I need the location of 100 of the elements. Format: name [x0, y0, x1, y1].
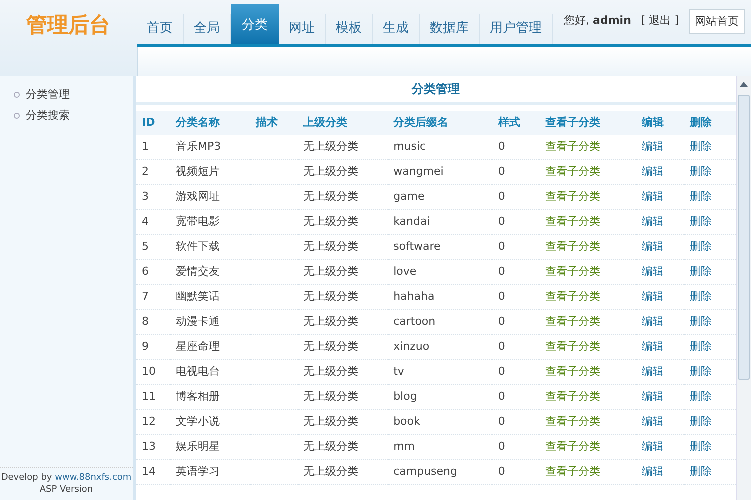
style-cell: 0	[498, 290, 506, 303]
scrollbar[interactable]	[736, 76, 751, 500]
view-subcategories-link[interactable]: 查看子分类	[545, 190, 600, 203]
footer-link[interactable]: www.88nxfs.com	[55, 473, 132, 483]
id-cell: 1	[142, 140, 149, 153]
column-header: 描术	[250, 111, 298, 135]
site-home-button[interactable]: 网站首页	[689, 9, 745, 34]
edit-link[interactable]: 编辑	[642, 340, 664, 353]
edit-link[interactable]: 编辑	[642, 290, 664, 303]
name-cell: 幽默笑话	[176, 290, 220, 303]
id-cell: 2	[142, 165, 149, 178]
style-cell: 0	[498, 240, 506, 253]
logout-link[interactable]: [ 退出 ]	[641, 9, 679, 28]
id-cell: 14	[142, 465, 156, 478]
style-cell: 0	[498, 440, 506, 453]
view-subcategories-link[interactable]: 查看子分类	[545, 215, 600, 228]
view-subcategories-link[interactable]: 查看子分类	[545, 365, 600, 378]
suffix-cell: music	[394, 140, 426, 153]
delete-link[interactable]: 删除	[690, 140, 712, 153]
column-header: 上级分类	[298, 111, 388, 135]
edit-link[interactable]: 编辑	[642, 440, 664, 453]
name-cell: 动漫卡通	[176, 315, 220, 328]
name-cell: 电视电台	[176, 365, 220, 378]
style-cell: 0	[498, 215, 506, 228]
suffix-cell: game	[394, 190, 425, 203]
style-cell: 0	[498, 415, 506, 428]
view-subcategories-link[interactable]: 查看子分类	[545, 140, 600, 153]
delete-link[interactable]: 删除	[690, 265, 712, 278]
view-subcategories-link[interactable]: 查看子分类	[545, 415, 600, 428]
name-cell: 视频短片	[176, 165, 220, 178]
view-subcategories-link[interactable]: 查看子分类	[545, 240, 600, 253]
edit-link[interactable]: 编辑	[642, 315, 664, 328]
id-cell: 8	[142, 315, 149, 328]
name-cell: 游戏网址	[176, 190, 220, 203]
delete-link[interactable]: 删除	[690, 165, 712, 178]
scroll-thumb[interactable]	[738, 95, 750, 380]
parent-cell: 无上级分类	[304, 240, 359, 253]
delete-link[interactable]: 删除	[690, 365, 712, 378]
edit-link[interactable]: 编辑	[642, 415, 664, 428]
name-cell: 英语学习	[176, 465, 220, 478]
view-subcategories-link[interactable]: 查看子分类	[545, 265, 600, 278]
view-subcategories-link[interactable]: 查看子分类	[545, 315, 600, 328]
name-cell: 文学小说	[176, 415, 220, 428]
edit-link[interactable]: 编辑	[642, 265, 664, 278]
parent-cell: 无上级分类	[304, 440, 359, 453]
column-header: 样式	[492, 111, 540, 135]
edit-link[interactable]: 编辑	[642, 190, 664, 203]
sidebar-link[interactable]: 分类搜索	[26, 108, 70, 123]
delete-link[interactable]: 删除	[690, 240, 712, 253]
delete-link[interactable]: 删除	[690, 440, 712, 453]
scroll-up-icon[interactable]	[740, 82, 748, 87]
style-cell: 0	[498, 315, 506, 328]
view-subcategories-link[interactable]: 查看子分类	[545, 340, 600, 353]
column-header: 编辑	[636, 111, 684, 135]
parent-cell: 无上级分类	[304, 140, 359, 153]
column-header: 分类名称	[170, 111, 250, 135]
edit-link[interactable]: 编辑	[642, 140, 664, 153]
suffix-cell: tv	[394, 365, 404, 378]
delete-link[interactable]: 删除	[690, 465, 712, 478]
greeting-text: 您好, admin	[564, 13, 632, 28]
delete-link[interactable]: 删除	[690, 290, 712, 303]
suffix-cell: hahaha	[394, 290, 435, 303]
delete-link[interactable]: 删除	[690, 340, 712, 353]
suffix-cell: love	[394, 265, 417, 278]
edit-link[interactable]: 编辑	[642, 465, 664, 478]
style-cell: 0	[498, 165, 506, 178]
name-cell: 音乐MP3	[176, 140, 222, 153]
column-header: ID	[136, 111, 170, 135]
sidebar-link[interactable]: 分类管理	[26, 87, 70, 102]
delete-link[interactable]: 删除	[690, 190, 712, 203]
delete-link[interactable]: 删除	[690, 315, 712, 328]
view-subcategories-link[interactable]: 查看子分类	[545, 390, 600, 403]
parent-cell: 无上级分类	[304, 315, 359, 328]
delete-link[interactable]: 删除	[690, 415, 712, 428]
edit-link[interactable]: 编辑	[642, 365, 664, 378]
view-subcategories-link[interactable]: 查看子分类	[545, 165, 600, 178]
edit-link[interactable]: 编辑	[642, 215, 664, 228]
view-subcategories-link[interactable]: 查看子分类	[545, 440, 600, 453]
edit-link[interactable]: 编辑	[642, 390, 664, 403]
edit-link[interactable]: 编辑	[642, 165, 664, 178]
style-cell: 0	[498, 390, 506, 403]
delete-link[interactable]: 删除	[690, 390, 712, 403]
style-cell: 0	[498, 340, 506, 353]
suffix-cell: cartoon	[394, 315, 436, 328]
view-subcategories-link[interactable]: 查看子分类	[545, 290, 600, 303]
bullet-icon	[14, 112, 20, 118]
style-cell: 0	[498, 190, 506, 203]
suffix-cell: book	[394, 415, 420, 428]
column-header: 查看子分类	[539, 111, 636, 135]
name-cell: 博客相册	[176, 390, 220, 403]
name-cell: 娱乐明星	[176, 440, 220, 453]
name-cell: 爱情交友	[176, 265, 220, 278]
parent-cell: 无上级分类	[304, 415, 359, 428]
suffix-cell: kandai	[394, 215, 430, 228]
id-cell: 4	[142, 215, 149, 228]
view-subcategories-link[interactable]: 查看子分类	[545, 465, 600, 478]
edit-link[interactable]: 编辑	[642, 240, 664, 253]
nav-tab[interactable]: 分类	[231, 4, 279, 44]
delete-link[interactable]: 删除	[690, 215, 712, 228]
style-cell: 0	[498, 265, 506, 278]
